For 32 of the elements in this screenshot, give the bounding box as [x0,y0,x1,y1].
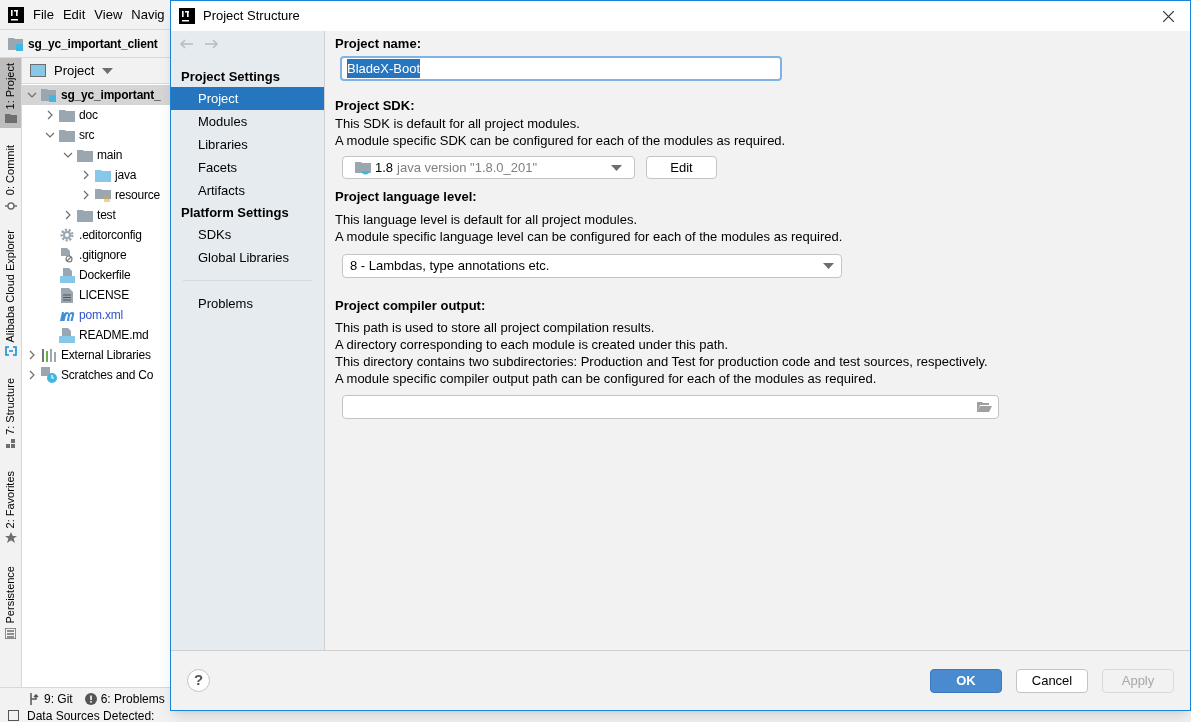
dialog-title: Project Structure [203,7,301,26]
sidebar-heading: Platform Settings [180,204,290,222]
section-heading: Project SDK: [335,97,416,115]
description-text: A module specific SDK can be configured for each of the modules as required. [335,132,787,149]
tree-label: resource [115,187,161,204]
tree-label: .gitignore [79,247,127,264]
section-heading: Project language level: [335,188,478,206]
description-text: A directory corresponding to each module is created under this path. [335,336,730,353]
tree-label: main [97,147,123,164]
sidebar-heading: Project Settings [180,68,281,86]
tree-label: java [115,167,137,184]
tree-label: External Libraries [61,347,151,364]
description-text: A module specific language level can be configured for each of the modules as required. [335,228,844,245]
description-text: This directory contains two subdirectories: Production and Test for production code and test sources, respectively. [335,353,989,370]
description-text: This language level is default for all project modules. [335,211,639,228]
tree-label: LICENSE [79,287,129,304]
tree-label: sg_yc_important_ [61,87,161,104]
breadcrumb: sg_yc_important_client [28,35,158,53]
field-label: Project name: [335,35,422,53]
tree-label: pom.xml [79,307,123,324]
tree-label: doc [79,107,98,124]
section-heading: Project compiler output: [335,297,487,315]
tree-label: Scratches and Co [61,367,154,384]
tree-label: src [79,127,95,144]
description-text: This SDK is default for all project modules. [335,115,581,132]
tree-label: .editorconfig [79,227,142,244]
description-text: A module specific compiler output path can be configured for each of the modules as required. [335,370,878,387]
status-message: Data Sources Detected: [27,709,155,722]
tree-label: Dockerfile [79,267,131,284]
description-text: This path is used to store all project compilation results. [335,319,656,336]
tree-label: test [97,207,116,224]
tree-label: README.md [79,327,149,344]
